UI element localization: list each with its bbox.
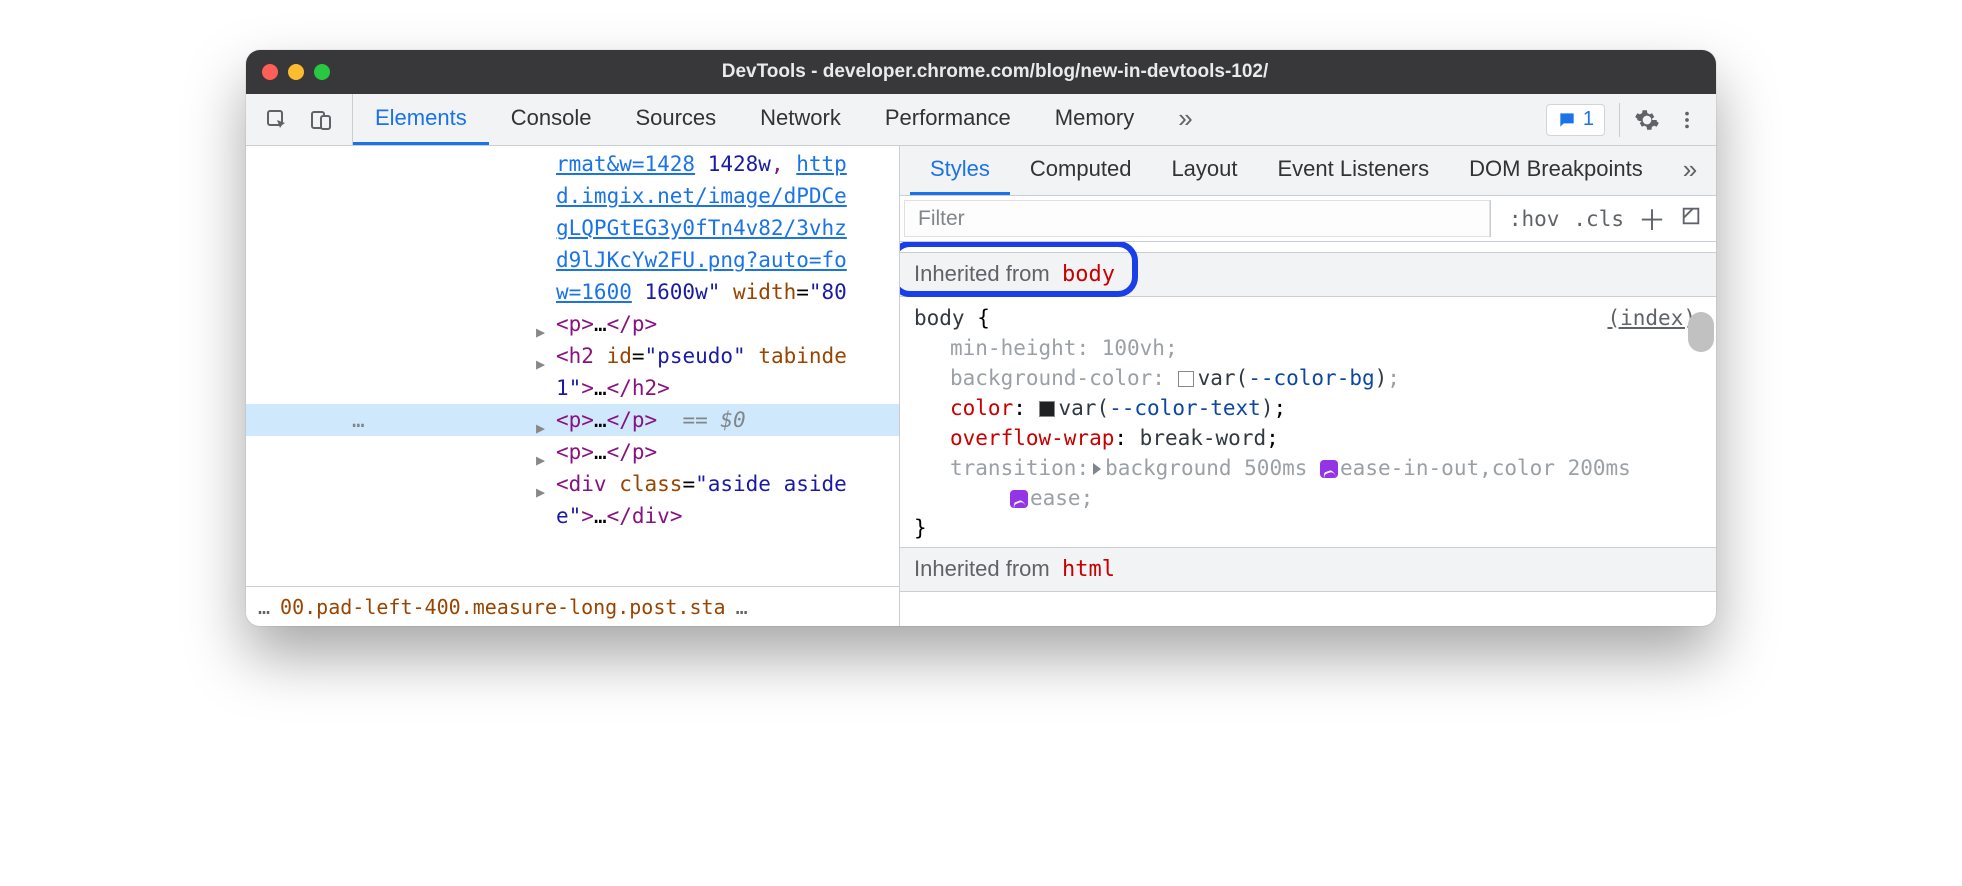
breadcrumb[interactable]: … 00.pad-left-400.measure-long.post.sta … xyxy=(246,586,899,626)
dom-node-p[interactable]: ▶<p>…</p> xyxy=(246,436,899,468)
rule-selector[interactable]: body xyxy=(914,306,965,330)
breadcrumb-prefix: … xyxy=(258,595,270,619)
tab-sources[interactable]: Sources xyxy=(613,94,738,145)
rule-source-link[interactable]: (index) xyxy=(1607,303,1696,333)
decl-transition[interactable]: transition:background 500ms ease-in-out,… xyxy=(914,453,1702,483)
rendering-emulations-icon[interactable] xyxy=(1680,205,1702,232)
tab-performance[interactable]: Performance xyxy=(863,94,1033,145)
decl-min-height[interactable]: min-height: 100vh; xyxy=(914,333,1702,363)
inherited-label: Inherited from xyxy=(914,556,1050,581)
decl-color[interactable]: color: var(--color-text); xyxy=(914,393,1702,423)
gear-icon[interactable] xyxy=(1634,107,1660,133)
main-toolbar: Elements Console Sources Network Perform… xyxy=(246,94,1716,146)
issues-count: 1 xyxy=(1583,108,1594,131)
styles-body[interactable]: Inherited from body (index) body { min-h… xyxy=(900,242,1716,626)
chat-icon xyxy=(1557,110,1577,130)
expand-shorthand-icon[interactable] xyxy=(1093,463,1101,475)
scrollbar-thumb[interactable] xyxy=(1688,312,1714,352)
breadcrumb-path[interactable]: 00.pad-left-400.measure-long.post.sta xyxy=(280,595,726,619)
styles-panel: Styles Computed Layout Event Listeners D… xyxy=(900,146,1716,626)
decl-overflow-wrap[interactable]: overflow-wrap: break-word; xyxy=(914,423,1702,453)
more-subtabs-icon[interactable]: » xyxy=(1663,146,1711,195)
dom-node-selected[interactable]: ▶<p>…</p> == $0 xyxy=(246,404,899,436)
color-swatch-icon[interactable] xyxy=(1039,401,1055,417)
tab-network[interactable]: Network xyxy=(738,94,863,145)
tab-elements[interactable]: Elements xyxy=(353,94,489,145)
inherited-from-tag[interactable]: body xyxy=(1062,262,1115,287)
expand-icon[interactable]: ▶ xyxy=(536,348,545,380)
subtab-dom-breakpoints[interactable]: DOM Breakpoints xyxy=(1449,146,1663,195)
cls-toggle[interactable]: .cls xyxy=(1573,207,1624,231)
dom-text: d.imgix.net/image/dPDCe xyxy=(556,184,847,208)
issues-badge[interactable]: 1 xyxy=(1546,104,1605,136)
divider xyxy=(1619,103,1620,137)
bezier-editor-icon[interactable] xyxy=(1010,490,1028,508)
filter-row: :hov .cls ＋ xyxy=(900,196,1716,242)
decl-background-color[interactable]: background-color: var(--color-bg); xyxy=(914,363,1702,393)
rule-close-brace: } xyxy=(914,516,927,540)
subtab-layout[interactable]: Layout xyxy=(1151,146,1257,195)
css-rule-body[interactable]: (index) body { min-height: 100vh; backgr… xyxy=(900,297,1716,547)
inherited-separator-2: Inherited from html xyxy=(900,547,1716,592)
subtab-computed[interactable]: Computed xyxy=(1010,146,1152,195)
hov-toggle[interactable]: :hov xyxy=(1509,207,1560,231)
dom-text: rmat&w=1428 xyxy=(556,152,695,176)
close-window-button[interactable] xyxy=(262,64,278,80)
window-title: DevTools - developer.chrome.com/blog/new… xyxy=(290,61,1700,83)
subtab-styles[interactable]: Styles xyxy=(910,146,1010,195)
filter-input[interactable] xyxy=(904,200,1491,237)
more-tabs-icon[interactable]: » xyxy=(1156,94,1208,145)
breadcrumb-suffix: … xyxy=(736,595,748,619)
dom-tree[interactable]: rmat&w=1428 1428w, http d.imgix.net/imag… xyxy=(246,146,899,586)
tab-console[interactable]: Console xyxy=(489,94,614,145)
dom-node-h2[interactable]: ▶<h2 id="pseudo" tabinde xyxy=(246,340,899,372)
main-tabs: Elements Console Sources Network Perform… xyxy=(353,94,1530,145)
device-toggle-icon[interactable] xyxy=(308,107,334,133)
decl-transition-cont[interactable]: ease; xyxy=(914,483,1702,513)
selected-indicator: == $0 xyxy=(682,408,745,432)
subtab-event-listeners[interactable]: Event Listeners xyxy=(1258,146,1450,195)
dom-node-div[interactable]: ▶<div class="aside aside xyxy=(246,468,899,500)
inherited-label: Inherited from xyxy=(914,261,1050,286)
color-swatch-icon[interactable] xyxy=(1178,371,1194,387)
dom-text: d9lJKcYw2FU.png?auto=fo xyxy=(556,248,847,272)
inspect-icon[interactable] xyxy=(264,107,290,133)
kebab-menu-icon[interactable] xyxy=(1674,107,1700,133)
bezier-editor-icon[interactable] xyxy=(1320,460,1338,478)
inherited-separator: Inherited from body xyxy=(900,252,1716,297)
tab-memory[interactable]: Memory xyxy=(1033,94,1156,145)
elements-panel: rmat&w=1428 1428w, http d.imgix.net/imag… xyxy=(246,146,900,626)
dom-text: gLQPGtEG3y0fTn4v82/3vhz xyxy=(556,216,847,240)
sub-tabs: Styles Computed Layout Event Listeners D… xyxy=(900,146,1716,196)
expand-icon[interactable]: ▶ xyxy=(536,476,545,508)
dom-node-p[interactable]: ▶<p>…</p> xyxy=(246,308,899,340)
devtools-window: DevTools - developer.chrome.com/blog/new… xyxy=(246,50,1716,626)
titlebar: DevTools - developer.chrome.com/blog/new… xyxy=(246,50,1716,94)
inherited-from-tag[interactable]: html xyxy=(1062,557,1115,582)
new-style-rule-icon[interactable]: ＋ xyxy=(1638,199,1666,239)
